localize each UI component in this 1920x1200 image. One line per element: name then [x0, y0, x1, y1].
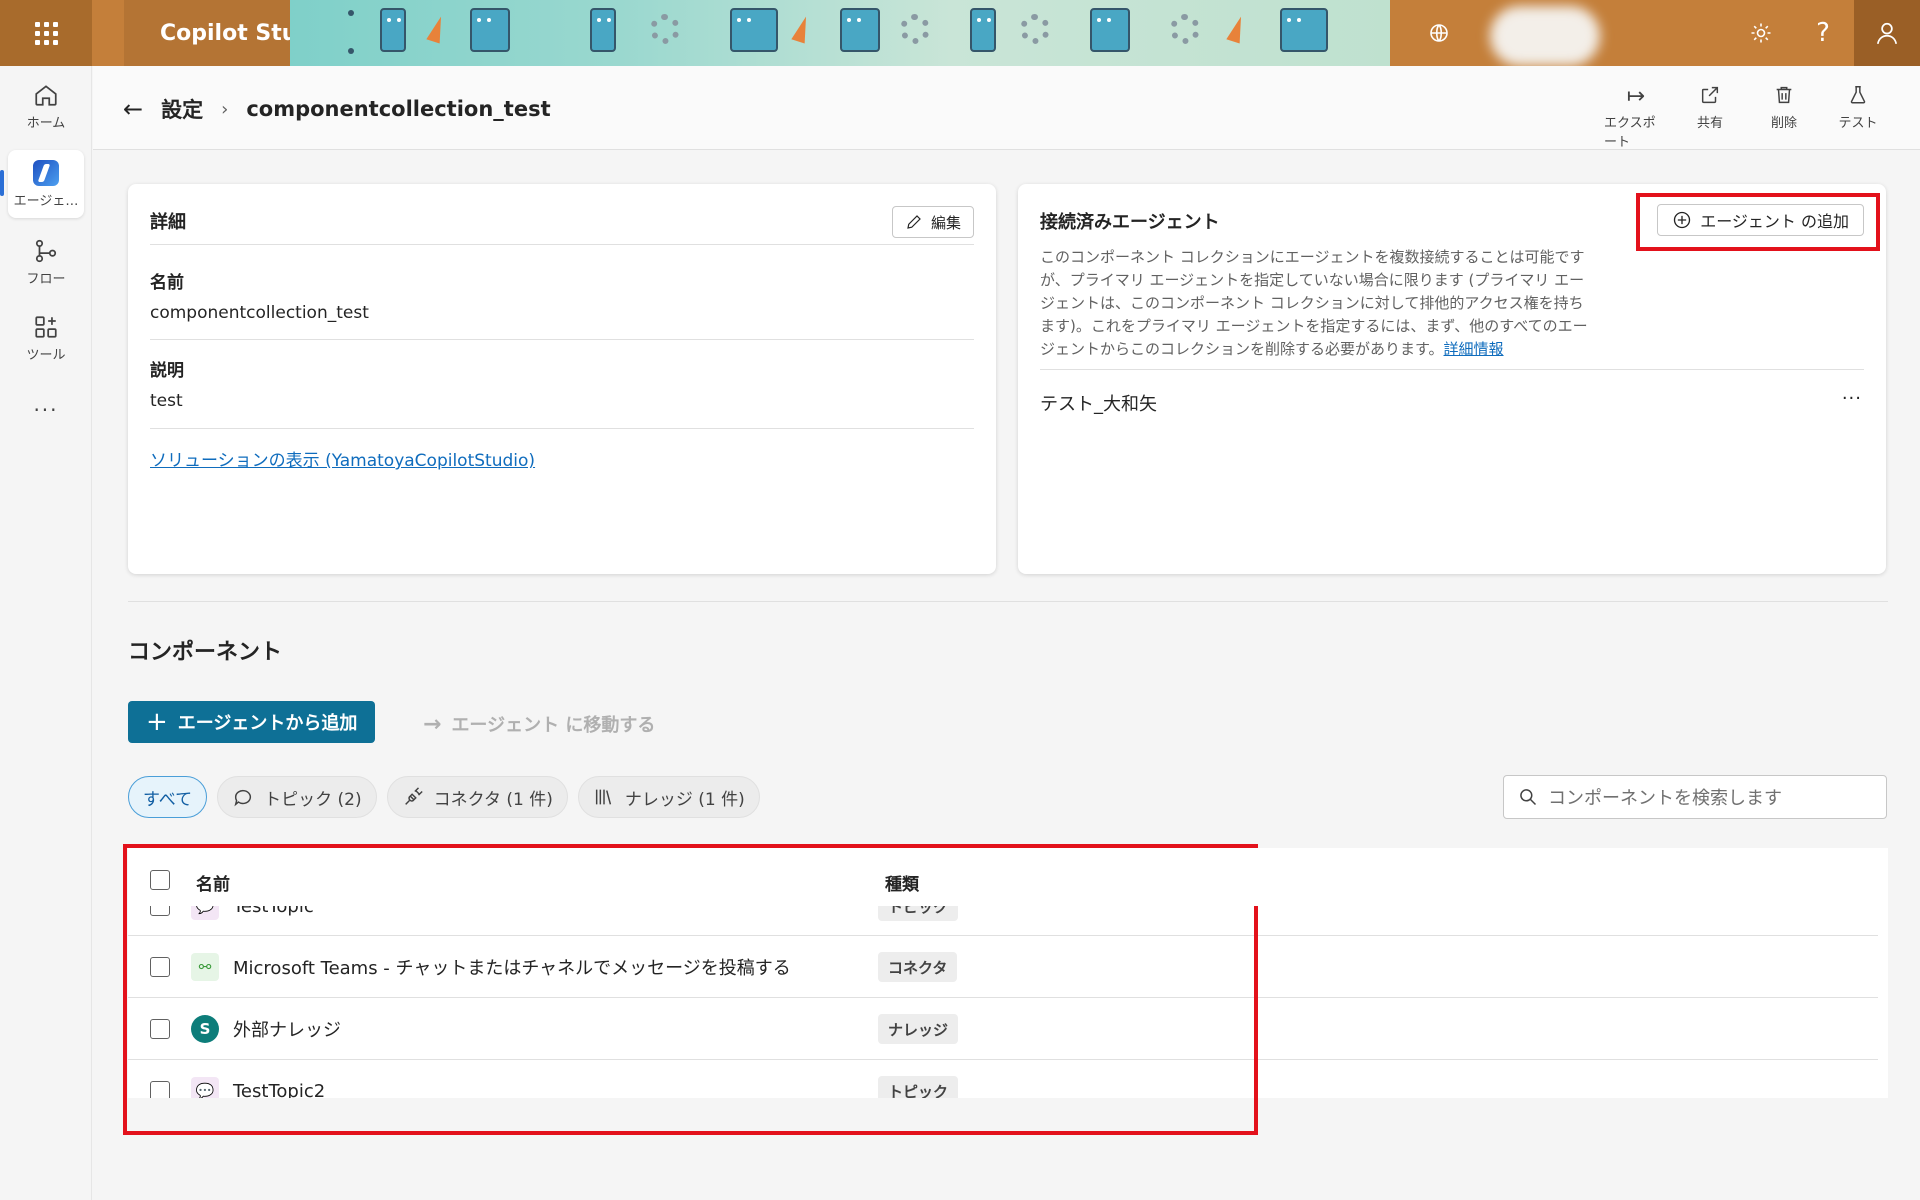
tools-icon	[35, 315, 57, 338]
filter-all[interactable]: すべて	[128, 776, 208, 818]
breadcrumb-parent[interactable]: 設定	[161, 94, 203, 124]
plug-icon	[404, 787, 423, 805]
home-icon	[35, 84, 57, 106]
waffle-icon	[34, 21, 58, 45]
share-button[interactable]: 共有	[1678, 84, 1742, 150]
breadcrumb: ← 設定 › componentcollection_test	[123, 94, 551, 124]
test-label: テスト	[1838, 116, 1878, 131]
delete-button[interactable]: 削除	[1752, 84, 1816, 150]
app-launcher-button[interactable]	[0, 0, 92, 66]
description-label: 説明	[150, 361, 184, 381]
export-label: エクスポート	[1604, 116, 1656, 150]
add-from-agent-button[interactable]: + エージェントから追加	[128, 701, 376, 743]
left-navigation-rail: ホーム エージェ… フロー ツール ···	[0, 66, 92, 1200]
test-button[interactable]: テスト	[1826, 84, 1890, 150]
connected-agent-name[interactable]: テスト_大和矢	[1040, 390, 1157, 416]
filter-knowledge[interactable]: ナレッジ (1 件)	[577, 776, 760, 818]
column-header-type[interactable]: 種類	[885, 870, 919, 895]
name-field: 名前 componentcollection_test	[150, 268, 974, 323]
delete-icon	[1773, 84, 1795, 112]
more-options-button[interactable]: ···	[1842, 388, 1862, 409]
back-arrow-icon[interactable]: ←	[123, 95, 143, 123]
agent-icon	[33, 159, 59, 186]
rail-item-label: フロー	[26, 271, 66, 287]
divider	[150, 339, 974, 340]
components-title: コンポーネント	[128, 640, 283, 665]
description-line: ジェントからこのコレクションを削除する必要があります。	[1040, 340, 1444, 358]
edit-button[interactable]: 編集	[891, 206, 974, 238]
filter-pills: すべて トピック (2) コネクタ (1 件) ナレッジ (1 件)	[128, 776, 760, 818]
settings-gear-icon[interactable]	[1730, 0, 1792, 66]
arrow-right-icon: →	[423, 711, 442, 737]
search-placeholder: コンポーネントを検索します	[1548, 788, 1782, 809]
filter-connectors[interactable]: コネクタ (1 件)	[386, 776, 568, 818]
add-from-agent-label: エージェントから追加	[177, 713, 358, 734]
component-search-input[interactable]: コンポーネントを検索します	[1503, 775, 1887, 819]
pencil-icon	[907, 215, 921, 229]
description-line: ジェントは、このコンポーネント コレクションに対して排他的アクセス権を持ち	[1040, 294, 1584, 312]
header-banner	[290, 0, 1390, 66]
export-button[interactable]: ↦ エクスポート	[1604, 84, 1668, 150]
page-header: ← 設定 › componentcollection_test ↦ エクスポート…	[93, 66, 1920, 150]
description-field: 説明 test	[150, 356, 974, 411]
delete-label: 削除	[1770, 116, 1797, 131]
active-indicator	[0, 170, 4, 196]
page-title: componentcollection_test	[246, 97, 551, 121]
rail-item-home[interactable]: ホーム	[8, 72, 84, 140]
share-label: 共有	[1696, 116, 1723, 131]
plus-icon: +	[146, 707, 168, 737]
filter-topics[interactable]: トピック (2)	[217, 776, 377, 818]
divider	[150, 428, 974, 429]
section-divider	[128, 601, 1888, 602]
rail-item-label: ホーム	[26, 115, 66, 131]
divider	[1040, 369, 1864, 370]
environment-icon[interactable]	[1408, 0, 1470, 66]
edit-label: 編集	[930, 213, 961, 232]
header-actions: ↦ エクスポート 共有 削除 テスト	[1604, 84, 1890, 150]
description-value: test	[150, 391, 183, 411]
details-card: 詳細 編集 名前 componentcollection_test 説明 tes…	[128, 184, 996, 574]
filter-label: ナレッジ (1 件)	[624, 789, 745, 810]
flask-icon	[1847, 84, 1869, 112]
name-label: 名前	[150, 273, 184, 293]
rail-item-flows[interactable]: フロー	[8, 228, 84, 296]
flow-icon	[35, 239, 57, 262]
library-icon	[595, 789, 611, 805]
select-all-checkbox[interactable]	[150, 870, 170, 890]
chevron-right-icon: ›	[221, 98, 229, 120]
description-line: ます)。これをプライマリ エージェントを指定するには、まず、他のすべてのエー	[1040, 317, 1588, 335]
rail-item-label: エージェ…	[13, 193, 79, 209]
main-content: ← 設定 › componentcollection_test ↦ エクスポート…	[93, 66, 1920, 1200]
learn-more-link[interactable]: 詳細情報	[1444, 340, 1504, 358]
connected-description: このコンポーネント コレクションにエージェントを複数接続することは可能です が、…	[1040, 246, 1640, 361]
top-bar: Copilot Studio ?	[0, 0, 1920, 66]
solution-link[interactable]: ソリューションの表示 (YamatoyaCopilotStudio)	[150, 446, 535, 471]
divider	[150, 244, 974, 245]
chat-icon	[234, 789, 252, 807]
rail-more-button[interactable]: ···	[8, 376, 84, 444]
description-line: が、プライマリ エージェントを指定していない場合に限ります (プライマリ エー	[1040, 271, 1585, 289]
move-to-agent-button[interactable]: → エージェント に移動する	[423, 711, 655, 737]
table-header: 名前 種類	[128, 848, 1888, 906]
filter-label: トピック (2)	[264, 789, 362, 810]
rail-item-label: ツール	[26, 347, 66, 363]
details-title: 詳細	[150, 212, 186, 233]
rail-item-agents[interactable]: エージェ…	[8, 150, 84, 218]
export-icon: ↦	[1626, 84, 1646, 109]
column-header-name[interactable]: 名前	[196, 870, 230, 895]
search-icon	[1520, 789, 1537, 806]
connected-agents-title: 接続済みエージェント	[1040, 212, 1220, 233]
highlight-box-add-agent	[1636, 193, 1880, 251]
user-avatar[interactable]	[1854, 0, 1920, 66]
move-to-agent-label: エージェント に移動する	[451, 715, 656, 736]
description-line: このコンポーネント コレクションにエージェントを複数接続することは可能です	[1040, 248, 1585, 266]
filter-label: コネクタ (1 件)	[433, 789, 553, 810]
rail-item-tools[interactable]: ツール	[8, 304, 84, 372]
name-value: componentcollection_test	[150, 303, 369, 323]
filter-label: すべて	[143, 789, 193, 810]
help-icon[interactable]: ?	[1792, 0, 1854, 66]
share-icon	[1699, 84, 1721, 112]
